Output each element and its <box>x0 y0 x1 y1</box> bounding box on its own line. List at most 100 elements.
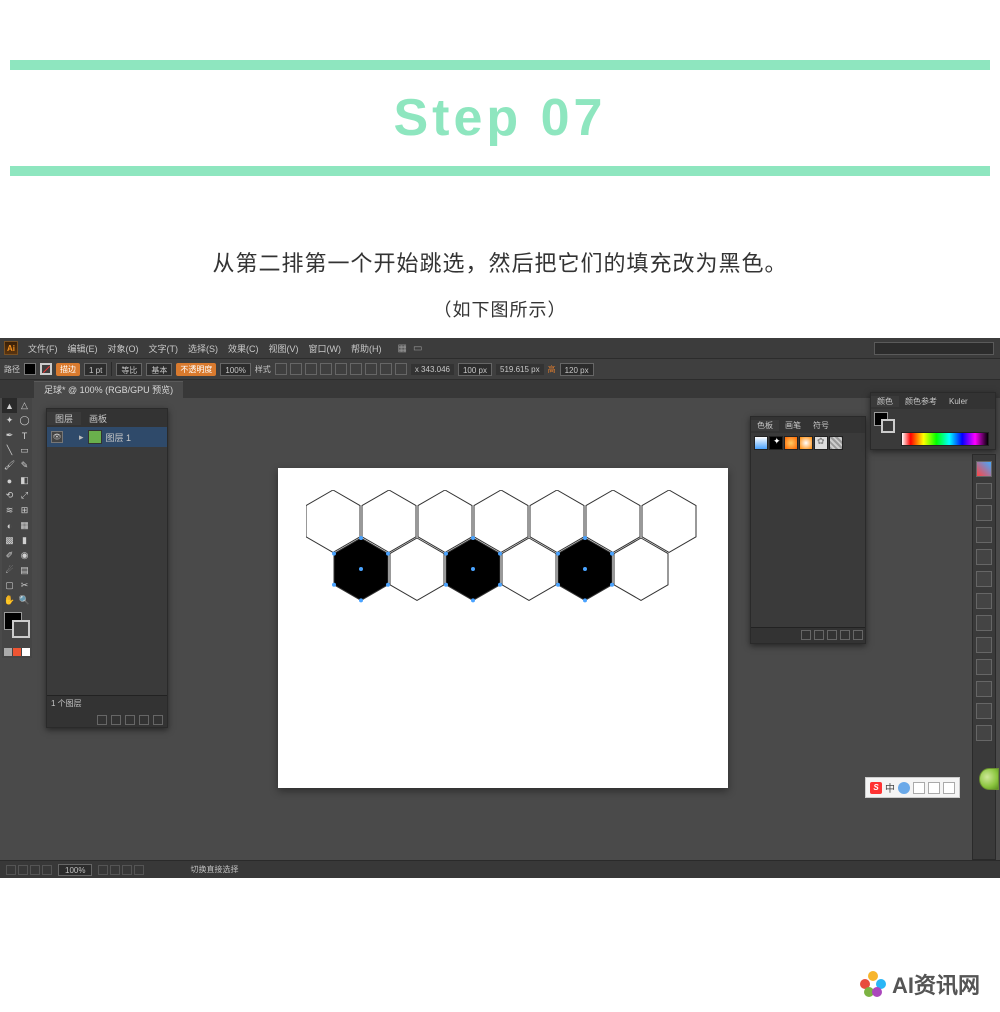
ime-tool-icon[interactable] <box>943 782 955 794</box>
swatches-footer-icons[interactable] <box>751 627 865 643</box>
menu-select[interactable]: 选择(S) <box>188 342 218 355</box>
ime-moon-icon[interactable] <box>898 782 910 794</box>
kuler-tab[interactable]: Kuler <box>943 397 974 406</box>
dock-icon[interactable] <box>976 681 992 697</box>
bridge-icon[interactable]: ▦ <box>398 343 407 354</box>
dock-icon[interactable] <box>976 549 992 565</box>
document-tab[interactable]: 足球* @ 100% (RGB/GPU 预览) <box>34 381 183 398</box>
opacity-label[interactable]: 不透明度 <box>176 363 216 376</box>
symbols-tab[interactable]: 符号 <box>807 420 835 431</box>
dock-icon[interactable] <box>976 461 992 477</box>
swatch-grid[interactable]: ✦ ✿ <box>751 433 865 453</box>
line-tool-icon[interactable]: ╲ <box>2 443 17 458</box>
menu-type[interactable]: 文字(T) <box>149 342 179 355</box>
opacity-input[interactable]: 100% <box>220 363 250 376</box>
path-label: 路径 <box>4 364 20 375</box>
paintbrush-tool-icon[interactable]: 🖌 <box>2 458 17 473</box>
pencil-tool-icon[interactable]: ✎ <box>17 458 32 473</box>
eraser-tool-icon[interactable]: ◧ <box>17 473 32 488</box>
rectangle-tool-icon[interactable]: ▭ <box>17 443 32 458</box>
perspective-tool-icon[interactable]: ▦ <box>17 518 32 533</box>
artboards-tab[interactable]: 画板 <box>81 412 115 425</box>
w-input[interactable]: 100 px <box>458 363 492 376</box>
profile-select[interactable]: 等比 <box>116 363 142 376</box>
menu-view[interactable]: 视图(V) <box>269 342 299 355</box>
instruction-main: 从第二排第一个开始跳选，然后把它们的填充改为黑色。 <box>0 246 1000 278</box>
lasso-tool-icon[interactable]: ◯ <box>17 413 32 428</box>
help-search-input[interactable] <box>874 342 994 355</box>
stroke-swatch[interactable] <box>40 363 52 375</box>
color-tab[interactable]: 颜色 <box>871 396 899 407</box>
dock-icon[interactable] <box>976 725 992 741</box>
layers-tab[interactable]: 图层 <box>47 412 81 425</box>
x-value[interactable]: x 343.046 <box>411 364 454 375</box>
layer-count: 1 个图层 <box>51 698 163 709</box>
menu-help[interactable]: 帮助(H) <box>351 342 382 355</box>
sogou-logo-icon: S <box>870 782 882 794</box>
dock-icon[interactable] <box>976 703 992 719</box>
watermark: AI资讯网 <box>860 968 980 1000</box>
brush-select[interactable]: 基本 <box>146 363 172 376</box>
artboard[interactable] <box>278 468 728 788</box>
dock-icon[interactable] <box>976 615 992 631</box>
ime-skin-icon[interactable] <box>928 782 940 794</box>
brushes-tab[interactable]: 画笔 <box>779 420 807 431</box>
color-spectrum[interactable] <box>901 432 989 446</box>
color-modes[interactable] <box>2 646 32 658</box>
zoom-tool-icon[interactable]: 🔍 <box>17 593 32 608</box>
menu-file[interactable]: 文件(F) <box>28 342 58 355</box>
artboard-tool-icon[interactable]: ▢ <box>2 578 17 593</box>
menu-edit[interactable]: 编辑(E) <box>68 342 98 355</box>
swatches-tab[interactable]: 色板 <box>751 420 779 431</box>
slice-tool-icon[interactable]: ✂ <box>17 578 32 593</box>
fill-stroke-indicator[interactable] <box>2 612 32 646</box>
stroke-weight-input[interactable]: 1 pt <box>84 363 107 376</box>
direct-selection-tool-icon[interactable]: △ <box>17 398 32 413</box>
menu-window[interactable]: 窗口(W) <box>309 342 342 355</box>
blend-tool-icon[interactable]: ◉ <box>17 548 32 563</box>
color-fill-stroke-icon[interactable] <box>874 412 898 436</box>
ime-keyboard-icon[interactable] <box>913 782 925 794</box>
fill-swatch[interactable] <box>24 363 36 375</box>
dock-icon[interactable] <box>976 505 992 521</box>
dock-icon[interactable] <box>976 483 992 499</box>
zoom-level[interactable]: 100% <box>58 864 92 876</box>
graph-tool-icon[interactable]: ▤ <box>17 563 32 578</box>
ime-language-bar[interactable]: S 中 <box>865 777 960 798</box>
width-tool-icon[interactable]: ≋ <box>2 503 17 518</box>
menu-effect[interactable]: 效果(C) <box>228 342 259 355</box>
eyedropper-tool-icon[interactable]: ✐ <box>2 548 17 563</box>
blob-brush-tool-icon[interactable]: ● <box>2 473 17 488</box>
layers-footer-icons[interactable] <box>51 715 163 725</box>
artboard-nav[interactable] <box>6 865 52 875</box>
stroke-button[interactable]: 描边 <box>56 363 80 376</box>
shape-builder-tool-icon[interactable]: ◐ <box>2 518 17 533</box>
y-value[interactable]: 519.615 px <box>496 364 544 375</box>
dock-icon[interactable] <box>976 527 992 543</box>
assist-orb-icon[interactable] <box>979 768 999 790</box>
hand-tool-icon[interactable]: ✋ <box>2 593 17 608</box>
h-input[interactable]: 120 px <box>560 363 594 376</box>
symbol-sprayer-tool-icon[interactable]: ☄ <box>2 563 17 578</box>
visibility-toggle-icon[interactable]: 👁 <box>51 431 63 443</box>
arrange-icon[interactable]: ▭ <box>413 343 422 354</box>
layer-row[interactable]: 👁 ▸ 图层 1 <box>47 427 167 447</box>
dock-icon[interactable] <box>976 571 992 587</box>
menu-object[interactable]: 对象(O) <box>108 342 139 355</box>
selection-tool-icon[interactable]: ▲ <box>2 398 17 413</box>
free-transform-tool-icon[interactable]: ⊞ <box>17 503 32 518</box>
artboard-nav-2[interactable] <box>98 865 144 875</box>
pen-tool-icon[interactable]: ✒ <box>2 428 17 443</box>
mesh-tool-icon[interactable]: ▩ <box>2 533 17 548</box>
dock-icon[interactable] <box>976 659 992 675</box>
align-icons[interactable] <box>275 363 407 375</box>
scale-tool-icon[interactable]: ⤢ <box>17 488 32 503</box>
magic-wand-tool-icon[interactable]: ✦ <box>2 413 17 428</box>
rotate-tool-icon[interactable]: ⟲ <box>2 488 17 503</box>
gradient-tool-icon[interactable]: ▮ <box>17 533 32 548</box>
dock-icon[interactable] <box>976 593 992 609</box>
type-tool-icon[interactable]: T <box>17 428 32 443</box>
step-title: Step 07 <box>0 70 1000 166</box>
dock-icon[interactable] <box>976 637 992 653</box>
color-guide-tab[interactable]: 颜色参考 <box>899 396 943 407</box>
